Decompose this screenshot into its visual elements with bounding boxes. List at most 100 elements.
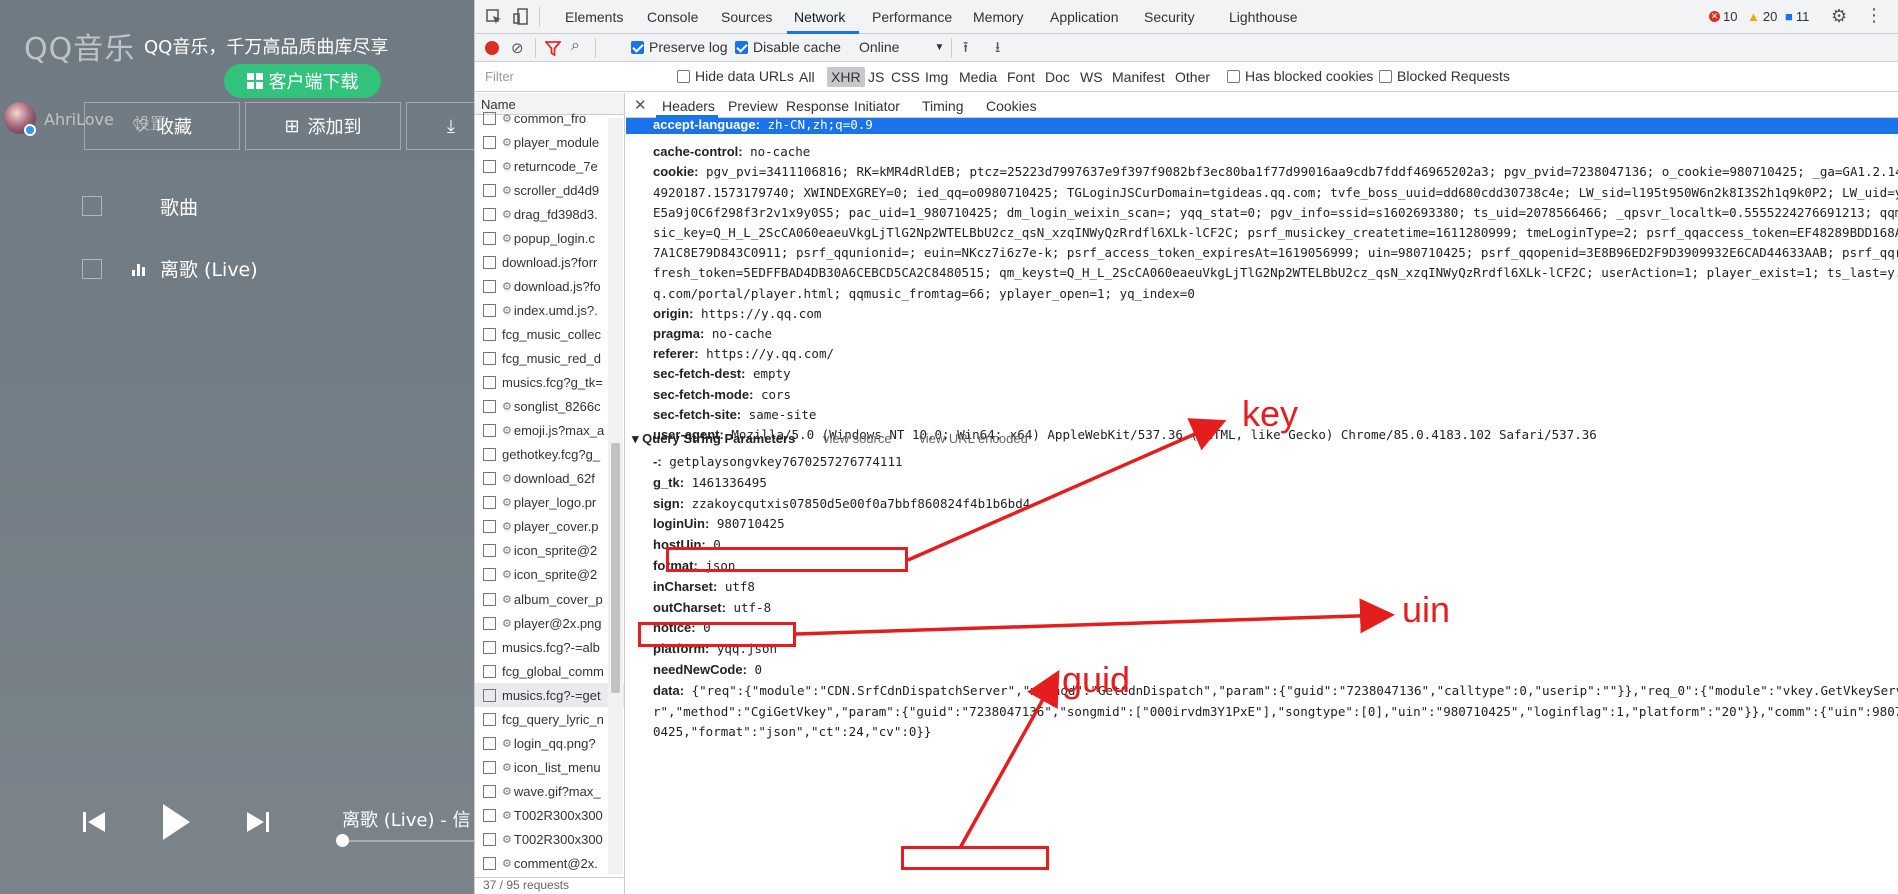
download-client-button[interactable]: 客户端下载 — [224, 64, 381, 98]
add-to-button[interactable]: ⊞ 添加到 — [245, 102, 401, 150]
request-row[interactable]: ⚙ wave.gif?max_ — [475, 779, 624, 803]
filter-font[interactable]: Font — [1007, 69, 1035, 85]
song-title[interactable]: 离歌 (Live) — [160, 255, 258, 282]
request-row-checkbox[interactable] — [483, 279, 496, 293]
disable-cache-checkbox[interactable] — [735, 40, 748, 54]
gear-icon[interactable]: ⚙ — [1831, 6, 1847, 27]
request-row-checkbox[interactable] — [483, 616, 496, 630]
blocked-requests-checkbox[interactable] — [1379, 69, 1392, 83]
preserve-log-toggle[interactable]: Preserve log — [631, 39, 728, 55]
request-row-checkbox[interactable] — [483, 688, 496, 702]
tab-lighthouse[interactable]: Lighthouse — [1229, 9, 1298, 25]
request-row-checkbox[interactable] — [483, 424, 496, 438]
request-row[interactable]: ⚙ icon_sprite@2 — [475, 563, 624, 587]
request-row-checkbox[interactable] — [483, 712, 496, 726]
has-blocked-cookies-checkbox[interactable] — [1227, 69, 1240, 83]
request-row-checkbox[interactable] — [483, 640, 496, 654]
filter-ws[interactable]: WS — [1080, 69, 1103, 85]
filter-other[interactable]: Other — [1175, 69, 1210, 85]
request-row[interactable]: ⚙ emoji.js?max_a — [475, 419, 624, 443]
request-row[interactable]: ⚙ login_qq.png? — [475, 731, 624, 755]
select-all-checkbox[interactable] — [82, 196, 102, 216]
disable-cache-toggle[interactable]: Disable cache — [735, 39, 841, 55]
request-row-checkbox[interactable] — [483, 736, 496, 750]
import-har-icon[interactable]: ⭱ — [963, 37, 968, 62]
filter-css[interactable]: CSS — [891, 69, 920, 85]
device-toolbar-icon[interactable] — [513, 8, 531, 26]
request-row-checkbox[interactable] — [483, 327, 496, 341]
request-row[interactable]: gethotkey.fcg?g_ — [475, 443, 624, 467]
request-row[interactable]: fcg_global_comm — [475, 659, 624, 683]
view-source-link[interactable]: view source — [823, 431, 892, 446]
request-row[interactable]: ⚙ index.umd.js?. — [475, 298, 624, 322]
request-row-checkbox[interactable] — [483, 303, 496, 317]
request-row-checkbox[interactable] — [483, 664, 496, 678]
request-row-checkbox[interactable] — [483, 159, 496, 173]
view-url-encoded-link[interactable]: view URL encoded — [919, 431, 1028, 446]
request-row[interactable]: ⚙ comment@2x. — [475, 852, 624, 876]
filter-icon[interactable] — [545, 41, 561, 56]
tab-memory[interactable]: Memory — [973, 9, 1024, 25]
request-row-checkbox[interactable] — [483, 760, 496, 774]
info-count[interactable]: ■ 11 — [1785, 9, 1809, 24]
blocked-requests-toggle[interactable]: Blocked Requests — [1379, 68, 1510, 84]
progress-bar[interactable] — [342, 840, 474, 842]
clear-icon[interactable]: ⊘ — [511, 39, 524, 57]
request-row-checkbox[interactable] — [483, 496, 496, 510]
close-icon[interactable]: ✕ — [634, 96, 647, 114]
request-row-checkbox[interactable] — [483, 231, 496, 245]
tab-network[interactable]: Network — [794, 9, 845, 25]
tab-headers[interactable]: Headers — [662, 98, 715, 114]
request-row-checkbox[interactable] — [483, 568, 496, 582]
request-row-checkbox[interactable] — [483, 400, 496, 414]
download-button[interactable]: ⤓ — [406, 102, 474, 150]
request-row[interactable]: ⚙ player@2x.png — [475, 611, 624, 635]
request-row-checkbox[interactable] — [483, 784, 496, 798]
tab-security[interactable]: Security — [1144, 9, 1195, 25]
request-row[interactable]: musics.fcg?g_tk= — [475, 371, 624, 395]
filter-input[interactable]: Filter — [479, 66, 629, 88]
request-row-checkbox[interactable] — [483, 808, 496, 822]
record-icon[interactable] — [485, 41, 499, 55]
tab-preview[interactable]: Preview — [728, 98, 778, 114]
request-row[interactable]: ⚙ icon_sprite@2 — [475, 539, 624, 563]
inspect-element-icon[interactable] — [485, 8, 503, 26]
filter-manifest[interactable]: Manifest — [1112, 69, 1165, 85]
request-row[interactable]: ⚙ T002R300x300 — [475, 803, 624, 827]
filter-media[interactable]: Media — [959, 69, 997, 85]
filter-xhr[interactable]: XHR — [827, 67, 865, 87]
request-row[interactable]: download.js?forr — [475, 250, 624, 274]
export-har-icon[interactable]: ⭳ — [995, 37, 1000, 62]
request-row-checkbox[interactable] — [483, 207, 496, 221]
request-row-checkbox[interactable] — [483, 833, 496, 846]
warning-count[interactable]: ▲ 20 — [1747, 9, 1777, 24]
request-row[interactable]: ⚙ T002R300x300 — [475, 828, 624, 852]
error-count[interactable]: ✕ 10 — [1709, 9, 1737, 24]
request-row-checkbox[interactable] — [483, 857, 496, 871]
request-list-scroll-thumb[interactable] — [611, 443, 620, 693]
request-row-checkbox[interactable] — [483, 592, 496, 606]
request-row-checkbox[interactable] — [483, 183, 496, 197]
request-row[interactable]: musics.fcg?-=alb — [475, 635, 624, 659]
request-row[interactable]: ⚙ download.js?fo — [475, 274, 624, 298]
request-row[interactable]: fcg_music_collec — [475, 322, 624, 346]
request-row[interactable]: fcg_music_red_d — [475, 347, 624, 371]
progress-knob[interactable] — [336, 834, 349, 847]
qq-music-logo[interactable]: QQ音乐 — [24, 24, 135, 68]
request-row[interactable]: ⚙ returncode_7e — [475, 154, 624, 178]
next-track-icon[interactable] — [244, 808, 272, 836]
request-row-checkbox[interactable] — [483, 472, 496, 486]
hide-data-urls-toggle[interactable]: Hide data URLs — [677, 68, 794, 84]
tab-timing[interactable]: Timing — [922, 98, 964, 114]
filter-img[interactable]: Img — [925, 69, 948, 85]
tab-response[interactable]: Response — [786, 98, 849, 114]
tab-elements[interactable]: Elements — [565, 9, 623, 25]
request-row[interactable]: ⚙ scroller_dd4d9 — [475, 178, 624, 202]
throttling-select[interactable]: Online ▼ — [859, 39, 944, 55]
previous-track-icon[interactable] — [80, 808, 108, 836]
preserve-log-checkbox[interactable] — [631, 40, 644, 54]
more-options-icon[interactable]: ⋮ — [1865, 5, 1883, 26]
filter-doc[interactable]: Doc — [1045, 69, 1070, 85]
request-row[interactable]: musics.fcg?-=get — [475, 683, 624, 708]
request-row[interactable]: fcg_query_lyric_n — [475, 707, 624, 731]
